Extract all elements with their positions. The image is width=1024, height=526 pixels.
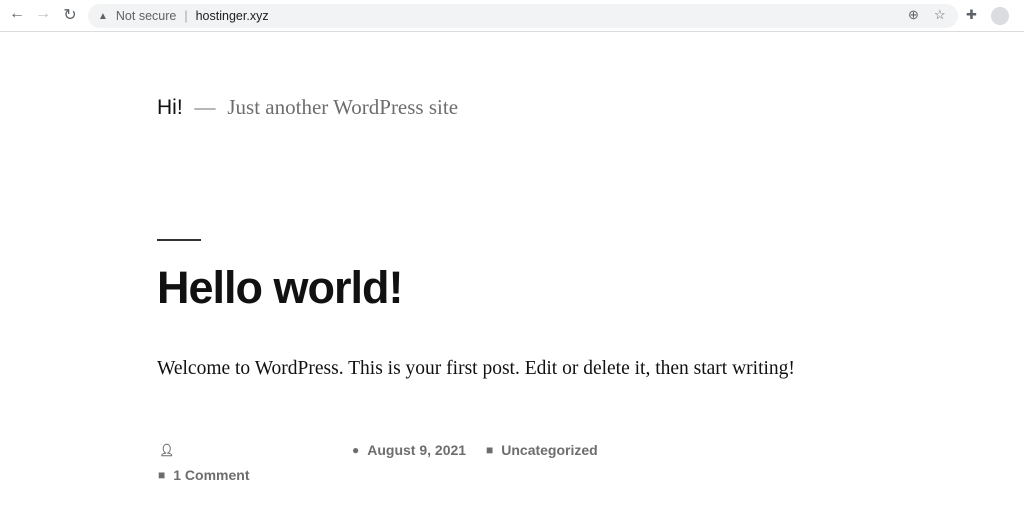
user-icon: 👤︎ [159, 443, 175, 457]
post-body: Welcome to WordPress. This is your first… [157, 358, 795, 379]
profile-icon[interactable] [991, 7, 1009, 25]
back-icon[interactable]: ← [6, 5, 28, 23]
address-bar[interactable]: ▲ Not secure | hostinger.xyz [88, 4, 958, 28]
category-link[interactable]: Uncategorized [501, 442, 597, 458]
browser-toolbar: ← → ↻ ▲ Not secure | hostinger.xyz ⊕ ☆ ✚ [0, 0, 1024, 32]
divider: | [184, 9, 188, 23]
post-category[interactable]: ■ Uncategorized [486, 442, 598, 458]
zoom-icon[interactable]: ⊕ [908, 7, 919, 23]
clock-icon: ● [352, 443, 360, 457]
comments-link[interactable]: 1 Comment [173, 467, 249, 483]
forward-icon[interactable]: → [32, 5, 54, 23]
folder-icon: ■ [486, 443, 494, 457]
site-header: Hi! — Just another WordPress site [157, 95, 458, 120]
url-text: hostinger.xyz [195, 9, 269, 23]
divider [157, 239, 201, 241]
star-icon[interactable]: ☆ [934, 7, 946, 23]
site-dash: — [194, 95, 216, 119]
post-comments[interactable]: ■ 1 Comment [158, 467, 249, 483]
security-label: Not secure [115, 9, 177, 23]
post-date[interactable]: ● August 9, 2021 [352, 442, 466, 458]
warning-icon: ▲ [98, 10, 108, 22]
reload-icon[interactable]: ↻ [59, 5, 81, 25]
site-title[interactable]: Hi! [157, 96, 183, 119]
comment-icon: ■ [158, 468, 166, 482]
date-text[interactable]: August 9, 2021 [367, 442, 466, 458]
post-author[interactable]: 👤︎ [159, 443, 174, 457]
site-tagline: Just another WordPress site [227, 95, 459, 119]
post-title[interactable]: Hello world! [157, 262, 403, 314]
extensions-icon[interactable]: ✚ [966, 7, 977, 23]
